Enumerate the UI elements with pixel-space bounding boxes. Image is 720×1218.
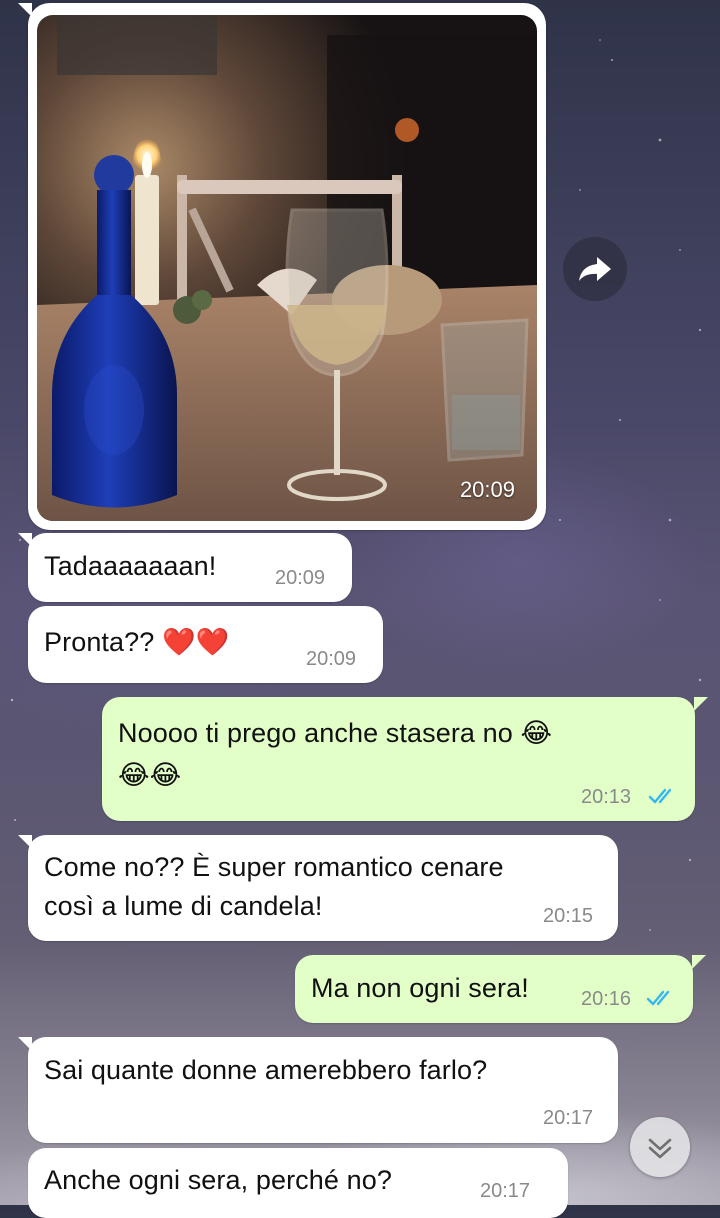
outgoing-message[interactable]: Ma non ogni sera! 20:16 [295,955,693,1023]
message-timestamp: 20:09 [275,567,326,589]
message-timestamp: 20:09 [306,648,357,670]
message-timestamp: 20:17 [480,1180,531,1202]
message-text-line: Come no?? È super romantico cenare [44,852,504,882]
incoming-message[interactable]: Pronta?? ❤️❤️ 20:09 [28,606,383,683]
incoming-message[interactable]: Tadaaaaaaan! 20:09 [28,533,352,602]
bubble-tail [692,955,706,969]
forward-arrow-icon [579,257,611,281]
message-text-line: 😂😂 [118,760,182,790]
message-text: Sai quante donne amerebbero farlo? [44,1055,488,1085]
message-timestamp: 20:16 [581,988,632,1010]
scroll-to-bottom-button[interactable] [630,1117,690,1177]
incoming-message[interactable]: Sai quante donne amerebbero farlo? 20:17 [28,1037,618,1143]
message-text-line: così a lume di candela! [44,891,323,921]
photo-timestamp: 20:09 [459,477,515,502]
message-text: Tadaaaaaaan! [44,551,217,581]
incoming-message[interactable]: Come no?? È super romantico cenare così … [28,835,618,941]
chevron-down-icon [648,1138,672,1159]
message-text: Anche ogni sera, perché no? [44,1165,392,1195]
message-text: Ma non ogni sera! [311,973,529,1003]
candlelight-dinner-photo[interactable]: 20:09 [37,15,537,521]
message-text-line: Noooo ti prego anche stasera no 😂 [118,718,553,748]
message-timestamp: 20:15 [543,905,594,927]
message-text: Pronta?? ❤️❤️ [44,627,230,657]
bubble-tail [694,697,708,711]
double-check-icon [646,990,670,1006]
outgoing-message[interactable]: Noooo ti prego anche stasera no 😂 😂😂 20:… [102,697,695,821]
message-timestamp: 20:17 [543,1107,594,1129]
photo-message-bubble[interactable]: 20:09 [28,3,546,530]
message-timestamp: 20:13 [581,786,632,808]
incoming-message[interactable]: Anche ogni sera, perché no? 20:17 [28,1148,568,1218]
double-check-icon [648,788,672,804]
forward-button[interactable] [563,237,627,301]
